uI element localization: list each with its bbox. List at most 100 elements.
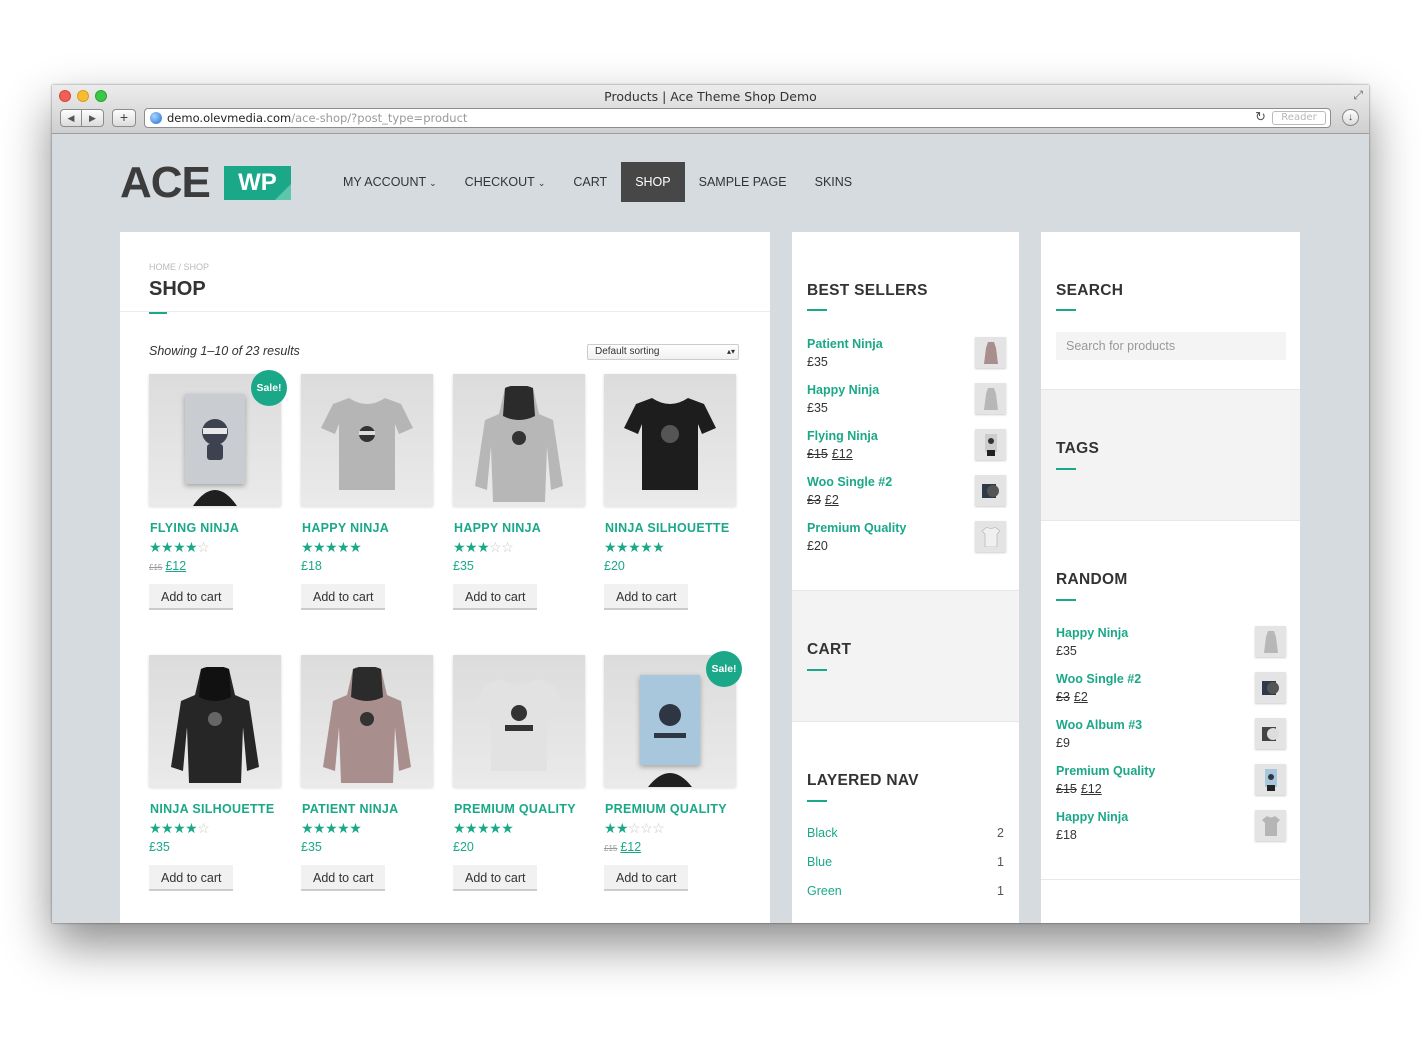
add-to-cart-button[interactable]: Add to cart	[301, 584, 386, 610]
product-image[interactable]	[301, 374, 433, 506]
best-sellers-widget: BEST SELLERS Patient Ninja £35 Happy Nin…	[792, 232, 1019, 591]
search-input[interactable]	[1056, 332, 1286, 360]
product-title[interactable]: NINJA SILHOUETTE	[150, 802, 281, 816]
widget-title: TAGS	[1056, 440, 1100, 457]
nav-sample-page[interactable]: SAMPLE PAGE	[685, 162, 801, 202]
product-thumbnail[interactable]	[975, 521, 1006, 552]
star-rating: ★★★★★	[301, 820, 433, 836]
product-thumbnail[interactable]	[975, 475, 1006, 506]
product-thumbnail[interactable]	[1255, 672, 1286, 703]
product-price: £20	[604, 559, 736, 573]
star-icon: ★★★★★	[604, 539, 665, 555]
new-tab-button[interactable]: +	[112, 109, 136, 127]
filter-option[interactable]: Black 2	[807, 826, 1004, 840]
nav-label: SHOP	[635, 175, 671, 189]
forward-arrow-icon: ▶	[89, 112, 96, 123]
widget-title: RANDOM	[1056, 571, 1128, 588]
product-thumbnail[interactable]	[1255, 810, 1286, 841]
add-to-cart-button[interactable]: Add to cart	[604, 865, 689, 891]
product-title[interactable]: FLYING NINJA	[150, 521, 281, 535]
product-link[interactable]: Happy Ninja	[1056, 626, 1286, 640]
product-card: HAPPY NINJA ★★★☆☆ £35 Add to cart	[453, 374, 585, 610]
add-to-cart-button[interactable]: Add to cart	[301, 865, 386, 891]
product-thumbnail[interactable]	[975, 383, 1006, 414]
product-price: £15 £12	[604, 840, 736, 854]
nav-cart[interactable]: CART	[559, 162, 621, 202]
add-to-cart-button[interactable]: Add to cart	[453, 584, 538, 610]
product-link[interactable]: Woo Album #3	[1056, 718, 1286, 732]
widget-title: SEARCH	[1056, 282, 1124, 299]
sale-price: £12	[1080, 782, 1102, 796]
back-button[interactable]: ◀	[60, 109, 82, 127]
product-image[interactable]	[149, 655, 281, 787]
product-title[interactable]: HAPPY NINJA	[302, 521, 433, 535]
product-thumbnail[interactable]	[1255, 626, 1286, 657]
sale-price: £12	[620, 840, 642, 854]
product-title[interactable]: PREMIUM QUALITY	[605, 802, 736, 816]
widget-title-underline	[807, 309, 827, 311]
product-image[interactable]	[604, 374, 736, 506]
breadcrumb[interactable]: HOME / SHOP	[149, 262, 209, 272]
product-link[interactable]: Woo Single #2	[1056, 672, 1286, 686]
filter-option[interactable]: Blue 1	[807, 855, 1004, 869]
reload-icon[interactable]: ↻	[1255, 109, 1266, 127]
nav-label: SAMPLE PAGE	[698, 175, 787, 189]
price: £9	[1056, 736, 1070, 750]
product-image[interactable]	[453, 655, 585, 787]
nav-my-account[interactable]: MY ACCOUNT ⌄	[329, 162, 451, 202]
tags-widget: TAGS	[1041, 390, 1300, 521]
site-logo[interactable]: ACE WP	[120, 161, 291, 205]
product-link[interactable]: Happy Ninja	[1056, 810, 1286, 824]
product-price: £15 £12	[1056, 782, 1286, 796]
product-thumbnail[interactable]	[975, 337, 1006, 368]
sort-select[interactable]: Default sorting ▴▾	[587, 344, 739, 360]
list-item: Happy Ninja £18	[1056, 810, 1286, 842]
widget-title: LAYERED NAV	[807, 772, 919, 789]
add-to-cart-button[interactable]: Add to cart	[149, 865, 234, 891]
product-title[interactable]: NINJA SILHOUETTE	[605, 521, 736, 535]
product-title[interactable]: PATIENT NINJA	[302, 802, 433, 816]
product-card: Sale! PREMIUM QUALITY ★★☆☆☆ £15 £12 Add t…	[604, 651, 742, 891]
logo-wp-badge: WP	[223, 166, 291, 200]
filter-option[interactable]: Green 1	[807, 884, 1004, 898]
product-image[interactable]	[453, 374, 585, 506]
list-item: Patient Ninja £35	[807, 337, 1006, 369]
address-bar[interactable]: demo.olevmedia.com/ace-shop/?post_type=p…	[144, 108, 1331, 128]
product-thumbnail[interactable]	[1255, 718, 1286, 749]
downloads-icon[interactable]: ↓	[1342, 109, 1359, 126]
title-bar: Products | Ace Theme Shop Demo ⤢ ◀ ▶ + d…	[52, 85, 1369, 134]
add-to-cart-button[interactable]: Add to cart	[149, 584, 234, 610]
layered-nav-widget: LAYERED NAV Black 2 Blue 1 Green 1	[792, 722, 1019, 923]
fullscreen-icon[interactable]: ⤢	[1353, 88, 1363, 103]
list-item: Happy Ninja £35	[807, 383, 1006, 415]
product-title[interactable]: PREMIUM QUALITY	[454, 802, 585, 816]
url-path: /ace-shop/?post_type=product	[291, 111, 468, 125]
product-thumbnail[interactable]	[975, 429, 1006, 460]
add-to-cart-button[interactable]: Add to cart	[604, 584, 689, 610]
sale-price: £2	[1073, 690, 1088, 704]
product-link[interactable]: Premium Quality	[1056, 764, 1286, 778]
star-icon: ★★	[604, 820, 629, 836]
product-price: £18	[301, 559, 433, 573]
page-title: SHOP	[149, 278, 206, 300]
product-price: £35	[1056, 644, 1286, 658]
forward-button[interactable]: ▶	[82, 109, 104, 127]
widget-title: CART	[807, 641, 852, 658]
reader-button[interactable]: Reader	[1272, 111, 1326, 125]
add-to-cart-button[interactable]: Add to cart	[453, 865, 538, 891]
price: £35	[807, 355, 828, 369]
nav-shop[interactable]: SHOP	[621, 162, 685, 202]
product-price: £35	[453, 559, 585, 573]
star-icon: ★★★★★	[453, 820, 514, 836]
price: £20	[604, 559, 625, 573]
product-card: PREMIUM QUALITY ★★★★★ £20 Add to cart	[453, 655, 585, 891]
widget-title-underline	[807, 800, 827, 802]
result-count: Showing 1–10 of 23 results	[149, 344, 300, 358]
nav-checkout[interactable]: CHECKOUT ⌄	[451, 162, 560, 202]
product-thumbnail[interactable]	[1255, 764, 1286, 795]
product-card: NINJA SILHOUETTE ★★★★☆ £35 Add to cart	[149, 655, 281, 891]
product-image[interactable]	[301, 655, 433, 787]
product-title[interactable]: HAPPY NINJA	[454, 521, 585, 535]
star-icon: ★★★★	[149, 539, 198, 555]
nav-skins[interactable]: SKINS	[801, 162, 867, 202]
